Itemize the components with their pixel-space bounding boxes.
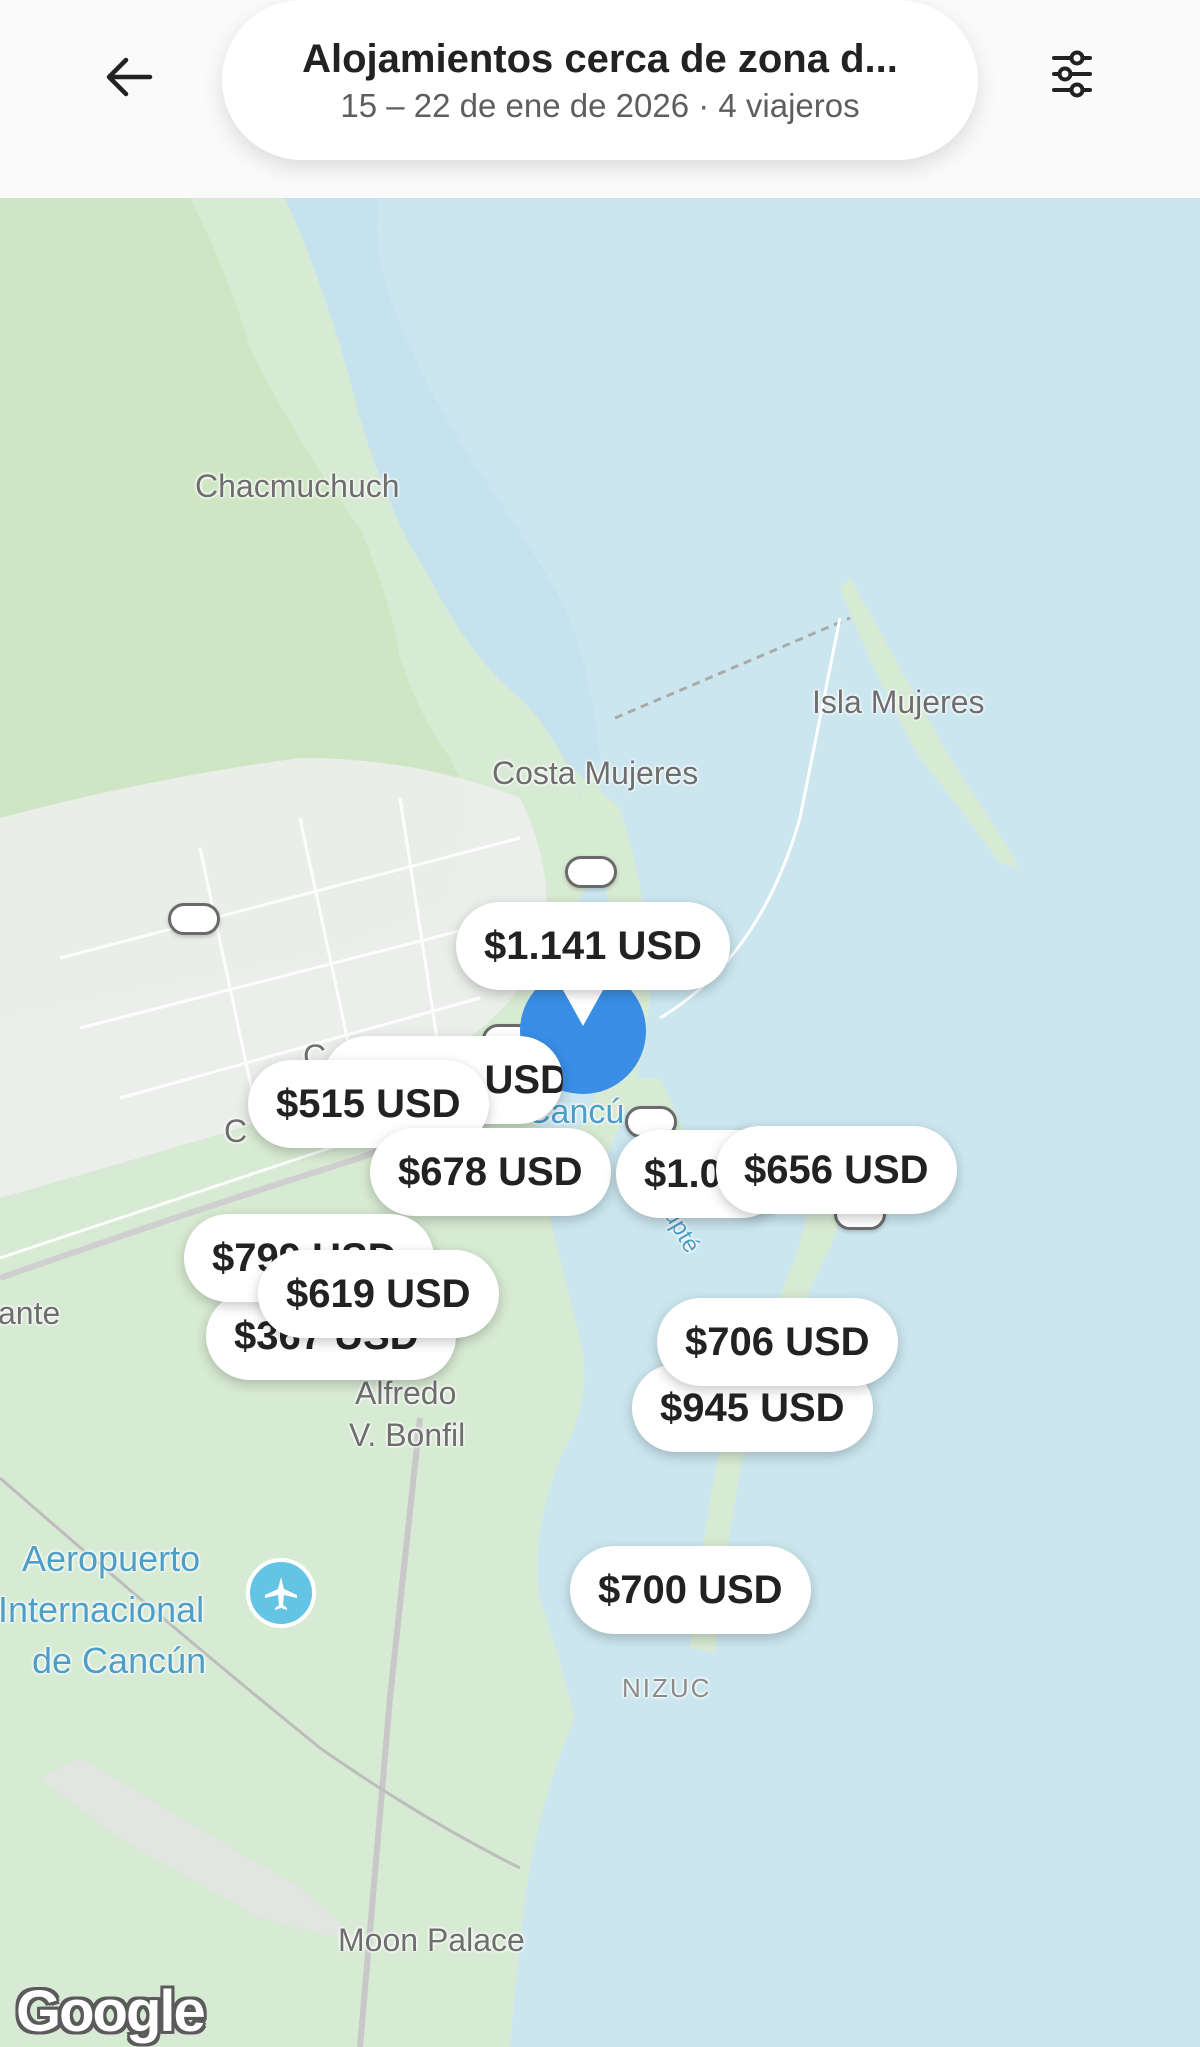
- map-label-costa-mujeres: Costa Mujeres: [492, 755, 699, 791]
- top-bar: Alojamientos cerca de zona d... 15 – 22 …: [0, 0, 1200, 198]
- map-label-chacmuchuch: Chacmuchuch: [195, 468, 400, 504]
- price-marker[interactable]: $678 USD: [370, 1128, 611, 1216]
- location-arrow-icon: [563, 990, 603, 1026]
- price-marker[interactable]: $706 USD: [657, 1298, 898, 1386]
- map-label-airport-line-2: Internacional: [0, 1589, 205, 1630]
- map-label-moon-palace: Moon Palace: [338, 1922, 525, 1958]
- arrow-left-icon: [106, 57, 153, 97]
- search-title: Alojamientos cerca de zona d...: [302, 37, 898, 81]
- map-label-bonfil: V. Bonfil: [349, 1417, 466, 1453]
- airplane-icon: [265, 1577, 297, 1610]
- search-dates-guests: 15 – 22 de ene de 2026 · 4 viajeros: [340, 87, 860, 124]
- price-marker[interactable]: $656 USD: [716, 1126, 957, 1214]
- airport-icon[interactable]: [246, 1558, 316, 1628]
- map-label-partial-c2: C: [224, 1113, 248, 1149]
- sliders-icon: [1052, 50, 1092, 98]
- map-label-isla-mujeres: Isla Mujeres: [812, 684, 985, 720]
- back-button[interactable]: [90, 38, 168, 116]
- price-marker-selected[interactable]: $1.141 USD: [456, 902, 730, 990]
- map-label-edge: ante: [0, 1295, 61, 1331]
- map-label-nizuc: NIZUC: [622, 1673, 712, 1703]
- filters-button[interactable]: [1032, 34, 1112, 114]
- map-marker-mini[interactable]: [565, 856, 617, 888]
- search-summary-pill[interactable]: Alojamientos cerca de zona d... 15 – 22 …: [222, 0, 978, 160]
- map-label-airport-line-3: de Cancún: [32, 1640, 207, 1681]
- price-marker[interactable]: $619 USD: [258, 1250, 499, 1338]
- map-label-alfredo: Alfredo: [355, 1375, 457, 1411]
- map[interactable]: Chacmuchuch Isla Mujeres Costa Mujeres a…: [0, 198, 1200, 2047]
- map-label-airport-line-1: Aeropuerto: [22, 1538, 201, 1579]
- map-marker-mini[interactable]: [168, 903, 220, 935]
- google-logo: Google: [16, 1979, 206, 2044]
- price-marker[interactable]: $700 USD: [570, 1546, 811, 1634]
